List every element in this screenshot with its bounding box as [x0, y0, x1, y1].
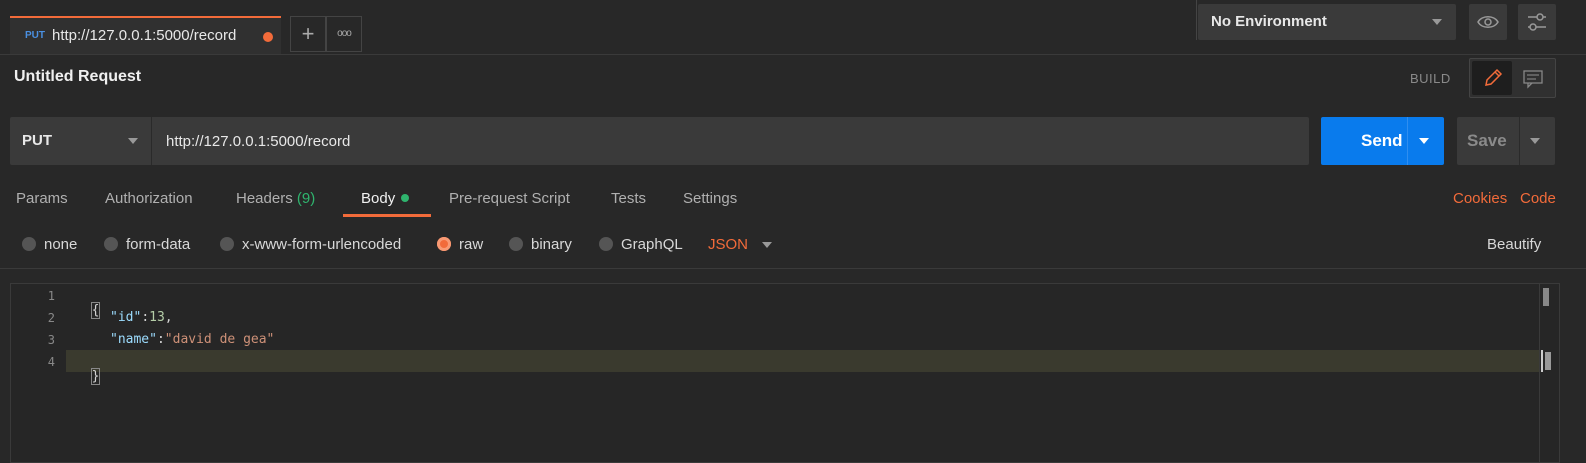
json-comma: , [164, 310, 173, 325]
tab-body[interactable]: Body [361, 190, 410, 207]
tab-tests[interactable]: Tests [611, 190, 646, 207]
radio-urlencoded-label[interactable]: x-www-form-urlencoded [242, 236, 401, 253]
format-label: JSON [708, 236, 749, 253]
radio-binary-label[interactable]: binary [531, 236, 572, 253]
tab-options-button[interactable]: ooo [326, 16, 362, 52]
tab-prerequest-script[interactable]: Pre-request Script [449, 190, 570, 207]
tab-settings[interactable]: Settings [683, 190, 737, 207]
line-gutter: 1 2 3 4 [10, 284, 65, 463]
divider [1407, 117, 1408, 165]
json-key: "id" [110, 310, 142, 325]
manage-environments-button[interactable] [1518, 4, 1556, 40]
save-options-chevron-down-icon[interactable] [1530, 138, 1540, 144]
radio-urlencoded[interactable] [220, 237, 234, 251]
overview-cursor-marker [1541, 350, 1551, 372]
body-indicator-dot [401, 194, 410, 203]
json-string-value: "david de gea" [164, 332, 275, 347]
eye-icon [1477, 16, 1499, 28]
radio-form-data[interactable] [104, 237, 118, 251]
cookies-link[interactable]: Cookies [1453, 190, 1507, 207]
request-tab[interactable]: PUT http://127.0.0.1:5000/record [10, 16, 281, 54]
environment-quick-look-button[interactable] [1469, 4, 1507, 40]
active-tab-underline [343, 214, 431, 217]
radio-none-label[interactable]: none [44, 236, 77, 253]
send-label: Send [1361, 131, 1403, 150]
request-title[interactable]: Untitled Request [14, 68, 141, 86]
tab-params[interactable]: Params [16, 190, 68, 207]
code-link[interactable]: Code [1520, 190, 1556, 207]
json-colon: : [156, 332, 165, 347]
open-brace: { [90, 302, 101, 319]
sliders-icon [1528, 13, 1546, 31]
tab-headers[interactable]: Headers (9) [236, 190, 315, 207]
radio-binary[interactable] [509, 237, 523, 251]
chevron-down-icon [762, 242, 772, 248]
comments-button[interactable] [1513, 61, 1553, 95]
method-label: PUT [22, 132, 52, 149]
active-line-highlight [66, 350, 1540, 372]
line-number: 2 [47, 311, 55, 325]
url-input[interactable] [152, 117, 1309, 165]
save-button[interactable]: Save [1457, 117, 1555, 165]
radio-form-data-label[interactable]: form-data [126, 236, 190, 253]
chevron-down-icon [1432, 19, 1442, 25]
mode-label: BUILD [1410, 71, 1451, 86]
new-tab-button[interactable]: + [290, 16, 326, 52]
tab-method-badge: PUT [25, 30, 45, 41]
chevron-down-icon [128, 138, 138, 144]
unsaved-indicator [263, 32, 273, 42]
radio-raw[interactable] [437, 237, 451, 251]
code-line-4: } [76, 354, 101, 385]
radio-graphql-label[interactable]: GraphQL [621, 236, 683, 253]
code-line-3: "name":"david de gea" [110, 332, 274, 347]
divider [1196, 0, 1197, 40]
json-colon: : [141, 310, 150, 325]
divider [0, 268, 1586, 269]
code-line-2: "id":13, [110, 310, 173, 325]
tab-headers-label: Headers [236, 190, 293, 207]
code-editor[interactable] [10, 283, 1560, 463]
json-key: "name" [110, 332, 157, 347]
environment-label: No Environment [1211, 13, 1327, 30]
headers-count: (9) [296, 190, 316, 207]
send-options-chevron-down-icon[interactable] [1419, 138, 1429, 144]
more-icon: ooo [337, 28, 352, 39]
comment-icon [1523, 70, 1543, 89]
code-line-1: { [76, 288, 101, 319]
beautify-link[interactable]: Beautify [1487, 236, 1541, 253]
plus-icon: + [301, 21, 315, 46]
radio-none[interactable] [22, 237, 36, 251]
save-label: Save [1467, 131, 1507, 150]
divider [1519, 117, 1520, 165]
pencil-icon [1485, 68, 1503, 86]
tab-authorization[interactable]: Authorization [105, 190, 193, 207]
radio-raw-label[interactable]: raw [459, 236, 483, 253]
environment-selector[interactable]: No Environment [1198, 4, 1456, 40]
method-select[interactable]: PUT [10, 117, 152, 165]
editor-scrollbar-track [1539, 284, 1540, 463]
line-number: 1 [47, 289, 55, 303]
send-button[interactable]: Send [1321, 117, 1444, 165]
editor-scrollbar-thumb[interactable] [1543, 288, 1549, 306]
radio-graphql[interactable] [599, 237, 613, 251]
close-brace: } [90, 368, 101, 385]
json-number-value: 13 [149, 310, 165, 325]
build-mode-button[interactable] [1472, 61, 1512, 95]
tab-body-label: Body [361, 190, 396, 207]
tab-url-label: http://127.0.0.1:5000/record [52, 27, 237, 44]
line-number: 4 [47, 355, 55, 369]
line-number: 3 [47, 333, 55, 347]
format-select[interactable]: JSON [708, 236, 778, 256]
